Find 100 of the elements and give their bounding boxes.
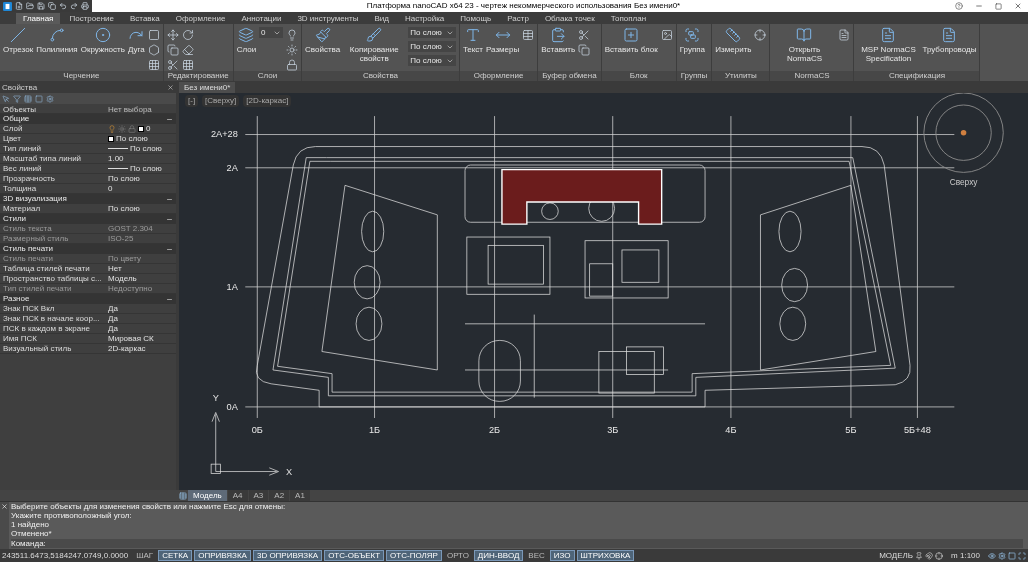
property-row[interactable]: Имя ПСК Мировая СК (0, 334, 176, 344)
status-toggle[interactable]: 3D ОПРИВЯЗКА (252, 550, 323, 561)
section-header[interactable]: 3D визуализация (0, 194, 176, 204)
property-row[interactable]: Вес линий По слою (0, 164, 176, 174)
section-header[interactable]: Стиль печати (0, 244, 176, 254)
eye-icon[interactable] (988, 551, 996, 560)
view-control[interactable]: [Сверху] (202, 95, 240, 107)
ribbon-tab[interactable]: Топоплан (603, 13, 654, 24)
property-row[interactable]: Визуальный стиль 2D-каркас (0, 344, 176, 354)
layout-tab[interactable]: A4 (227, 490, 248, 501)
undo-icon[interactable] (59, 2, 67, 10)
ribbon-tab[interactable]: Настройка (397, 13, 452, 24)
ucs-axis-label: Y (212, 393, 219, 404)
new-file-icon[interactable] (15, 2, 23, 10)
property-value: По слою (130, 164, 162, 173)
pin-icon[interactable] (915, 551, 924, 560)
scale-indicator[interactable]: m 1:100 (945, 549, 986, 562)
layout-tab[interactable]: Модель (188, 490, 227, 501)
ribbon-button[interactable]: Дуга (127, 27, 145, 54)
status-toggle[interactable]: ШАГ (133, 550, 157, 561)
ribbon-tab[interactable]: Главная (16, 13, 61, 24)
ribbon-button[interactable]: Группа (679, 27, 706, 54)
ribbon-button[interactable]: Текст (462, 27, 483, 54)
property-row[interactable]: Знак ПСК в начале коор... Да (0, 314, 176, 324)
property-row[interactable]: Прозрачность По слою (0, 174, 176, 184)
property-row[interactable]: Знак ПСК Вкл Да (0, 304, 176, 314)
window-icon[interactable] (1008, 551, 1016, 560)
ribbon-button[interactable]: Копирование свойств (343, 27, 406, 63)
section-header[interactable]: Общие (0, 114, 176, 124)
viewcube-compass-drawing[interactable] (923, 93, 1004, 173)
ribbon-button[interactable]: Вставить (541, 27, 576, 54)
property-row[interactable]: Пространство таблицы с... Модель (0, 274, 176, 284)
status-toggle[interactable]: ОПРИВЯЗКА (194, 550, 251, 561)
status-toggle[interactable]: ИЗО (549, 550, 575, 561)
ribbon-tab[interactable]: Облака точек (537, 13, 602, 24)
ribbon-dropdown[interactable]: По слою (408, 55, 456, 66)
ribbon-tab[interactable]: Построение (62, 13, 121, 24)
section-header[interactable]: Разное (0, 294, 176, 304)
property-value: ISO-25 (108, 234, 135, 243)
redo-icon[interactable] (70, 2, 78, 10)
ribbon-tab[interactable]: 3D инструменты (290, 13, 366, 24)
ribbon-tab[interactable]: Вид (367, 13, 396, 24)
property-row[interactable]: Таблица стилей печати Нет (0, 264, 176, 274)
layout-tab[interactable]: A1 (290, 490, 310, 501)
ribbon-dropdown[interactable]: По слою (408, 41, 456, 52)
status-toggle[interactable]: ОРТО (443, 550, 472, 561)
ribbon-tab[interactable]: Оформление (168, 13, 233, 24)
folder-icon[interactable] (26, 2, 34, 10)
ribbon-button[interactable]: Измерить (715, 27, 752, 54)
property-row[interactable]: ПСК в каждом в экране Да (0, 324, 176, 334)
crosshair-icon[interactable] (935, 551, 944, 560)
cursor-coordinates: 243511.6473,5184247.0749,0.0000 (2, 549, 130, 562)
section-header[interactable]: Стили (0, 214, 176, 224)
ribbon-button[interactable]: Вставить блок (604, 27, 658, 54)
close-icon[interactable] (1014, 2, 1022, 10)
eraser-icon (181, 44, 194, 56)
view-control[interactable]: [2D-каркас] (243, 95, 292, 107)
ribbon-tab[interactable]: Вставка (123, 13, 167, 24)
ribbon-dropdown[interactable]: 0 (259, 27, 284, 38)
group-icon (684, 27, 701, 43)
ribbon-button[interactable]: Отрезок (3, 27, 34, 54)
ribbon-button[interactable]: Полилиния (36, 27, 78, 54)
layout-list-icon[interactable] (179, 491, 187, 500)
printer-icon[interactable] (81, 2, 89, 10)
maximize-icon[interactable] (995, 2, 1002, 10)
property-row[interactable]: Масштаб типа линий 1.00 (0, 154, 176, 164)
property-row[interactable]: Цвет По слою (0, 134, 176, 144)
space-indicator[interactable]: МОДЕЛЬ (879, 549, 914, 562)
status-toggle[interactable]: ВЕС (525, 550, 548, 561)
property-row[interactable]: Тип линий По слою (0, 144, 176, 154)
status-toggle[interactable]: ОТС-ОБЪЕКТ (324, 550, 385, 561)
document-tab[interactable]: Без имени0* (179, 82, 236, 93)
ribbon-dropdown[interactable]: По слою (408, 27, 456, 38)
status-toggle[interactable]: ШТРИХОВКА (576, 550, 635, 561)
settings-icon[interactable] (998, 551, 1006, 560)
ribbon-button[interactable]: MSP NormaCS Specification (857, 27, 920, 63)
ribbon-tab[interactable]: Аннотации (234, 13, 289, 24)
status-toggle[interactable]: СЕТКА (158, 550, 193, 561)
ribbon-tab[interactable]: Помощь (453, 13, 499, 24)
ribbon-button[interactable]: Открыть NormaCS (773, 27, 836, 63)
fullscreen-icon[interactable] (1018, 551, 1026, 560)
layout-tab[interactable]: A3 (248, 490, 269, 501)
help-icon[interactable] (955, 2, 963, 10)
property-value: GOST 2.304 (108, 224, 154, 233)
ribbon-button[interactable]: Окружность (80, 27, 125, 54)
status-toggle[interactable]: ДИН-ВВОД (473, 550, 524, 561)
ribbon-button[interactable]: Трубопроводы (922, 27, 977, 54)
magnet-icon[interactable] (925, 551, 934, 560)
viewcube-label[interactable]: Сверху (949, 177, 978, 188)
property-row[interactable]: Слой 0 (0, 124, 176, 134)
ribbon-button[interactable]: Размеры (486, 27, 520, 54)
ribbon-button[interactable]: Слои (236, 27, 257, 54)
status-toggle[interactable]: ОТС-ПОЛЯР (386, 550, 442, 561)
save-icon[interactable] (37, 2, 45, 10)
ribbon-button[interactable]: Свойства (305, 27, 341, 54)
command-input[interactable]: Команда: (11, 539, 1023, 548)
view-control[interactable]: [-] (185, 95, 199, 107)
layout-tab[interactable]: A2 (269, 490, 290, 501)
drawing-canvas[interactable]: [-] [Сверху] [2D-каркас] 2A+28 2A 1A 0A 0Б 1Б 2Б 3Б 4Б 5Б 5Б+48 Сверху Y X (179, 93, 1028, 490)
ribbon-tab[interactable]: Растр (500, 13, 536, 24)
